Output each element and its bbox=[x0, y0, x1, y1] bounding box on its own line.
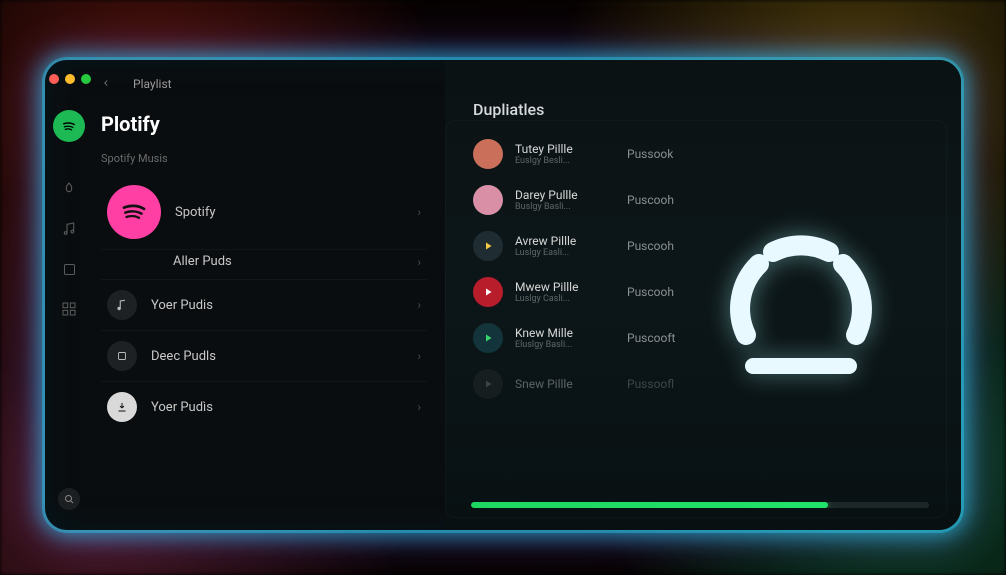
track-row[interactable]: Mwew PillleLuslgy Casli... Puscooh bbox=[469, 271, 937, 313]
app-window: Playlist Plotify Spotify Musis Spotify ›… bbox=[45, 60, 961, 530]
track-subtitle: Buslgy Basli... bbox=[515, 202, 607, 212]
album-art-icon bbox=[473, 139, 503, 169]
chevron-right-icon: › bbox=[417, 205, 421, 219]
sidebar-item-label: Yoer Pudis bbox=[151, 298, 213, 313]
track-title: Mwew Pillle bbox=[515, 280, 607, 294]
grid-icon[interactable] bbox=[60, 300, 78, 318]
track-meta: Avrew PillleLuslgy Easli... bbox=[515, 234, 607, 258]
window-controls bbox=[47, 74, 91, 84]
chevron-right-icon: › bbox=[417, 349, 421, 363]
topbar: Playlist bbox=[101, 74, 427, 94]
spotify-logo-icon bbox=[107, 185, 161, 239]
track-meta: Darey PullleBuslgy Basli... bbox=[515, 188, 607, 212]
close-icon[interactable] bbox=[49, 74, 59, 84]
sidebar-item-label: Aller Puds bbox=[173, 254, 232, 269]
search-icon bbox=[63, 493, 75, 505]
track-subtitle: Luslgy Casli... bbox=[515, 294, 607, 304]
chevron-right-icon: › bbox=[417, 255, 421, 269]
content-title: Dupliatles bbox=[473, 100, 937, 119]
sidebar-item-label: Spotify bbox=[175, 205, 216, 220]
track-row[interactable]: Avrew PillleLuslgy Easli... Puscooh bbox=[469, 225, 937, 267]
track-album: Puscooh bbox=[627, 193, 674, 207]
track-list: Tutey PillleEuslgy Besli... Pussook Darey … bbox=[469, 133, 937, 405]
page-title: Plotify bbox=[101, 112, 427, 136]
chevron-left-icon bbox=[101, 78, 111, 88]
track-subtitle: Luslgy Easli... bbox=[515, 248, 607, 258]
track-album: Puscooh bbox=[627, 285, 674, 299]
maximize-icon[interactable] bbox=[81, 74, 91, 84]
music-note-icon[interactable] bbox=[60, 220, 78, 238]
spotify-icon bbox=[60, 117, 78, 135]
breadcrumb: Playlist bbox=[133, 77, 172, 91]
track-title: Darey Pullle bbox=[515, 188, 607, 202]
library-icon[interactable] bbox=[60, 260, 78, 278]
track-album: Puscooh bbox=[627, 239, 674, 253]
music-note-icon bbox=[107, 290, 137, 320]
content-pane: Dupliatles Tutey PillleEuslgy Besli... Pu… bbox=[445, 60, 961, 530]
track-subtitle: Euslgy Besli... bbox=[515, 156, 607, 166]
sidebar-item-yoer1[interactable]: Yoer Pudis › bbox=[101, 280, 427, 331]
square-icon bbox=[107, 341, 137, 371]
track-row[interactable]: Tutey PillleEuslgy Besli... Pussook bbox=[469, 133, 937, 175]
progress-bar[interactable] bbox=[471, 502, 929, 508]
track-row[interactable]: Snew Pillle Pussoofl bbox=[469, 363, 937, 405]
sidebar-item-aller[interactable]: Aller Puds › bbox=[101, 244, 427, 280]
chevron-right-icon: › bbox=[417, 298, 421, 312]
sidebar-item-spotify[interactable]: Spotify › bbox=[101, 175, 427, 250]
icon-rail bbox=[45, 60, 93, 530]
chevron-right-icon: › bbox=[417, 400, 421, 414]
track-album: Puscooft bbox=[627, 331, 675, 345]
track-meta: Mwew PillleLuslgy Casli... bbox=[515, 280, 607, 304]
sidebar-item-deec[interactable]: Deec Pudls › bbox=[101, 331, 427, 382]
play-icon bbox=[473, 369, 503, 399]
minimize-icon[interactable] bbox=[65, 74, 75, 84]
track-meta: Tutey PillleEuslgy Besli... bbox=[515, 142, 607, 166]
track-title: Snew Pillle bbox=[515, 377, 607, 391]
play-icon bbox=[473, 277, 503, 307]
track-subtitle: Eluslgy Basli... bbox=[515, 340, 607, 350]
sidebar-item-label: Deec Pudls bbox=[151, 349, 216, 364]
album-art-icon bbox=[473, 185, 503, 215]
track-title: Tutey Pillle bbox=[515, 142, 607, 156]
track-row[interactable]: Darey PullleBuslgy Basli... Puscooh bbox=[469, 179, 937, 221]
track-title: Avrew Pillle bbox=[515, 234, 607, 248]
sidebar-item-label: Yoer Pudìs bbox=[151, 400, 213, 415]
progress-fill bbox=[471, 502, 828, 508]
back-button[interactable] bbox=[101, 76, 111, 92]
section-label: Spotify Musis bbox=[101, 152, 427, 165]
track-title: Knew Mille bbox=[515, 326, 607, 340]
app-logo[interactable] bbox=[53, 110, 85, 142]
play-icon bbox=[473, 231, 503, 261]
download-icon bbox=[107, 392, 137, 422]
track-row[interactable]: Knew MilleEluslgy Basli... Puscooft bbox=[469, 317, 937, 359]
sidebar-item-yoer2[interactable]: Yoer Pudìs › bbox=[101, 382, 427, 432]
track-album: Pussoofl bbox=[627, 377, 674, 391]
play-icon bbox=[473, 323, 503, 353]
track-album: Pussook bbox=[627, 147, 673, 161]
search-button[interactable] bbox=[58, 488, 80, 510]
sidebar: Playlist Plotify Spotify Musis Spotify ›… bbox=[93, 60, 445, 530]
playlist-list: Spotify › Aller Puds › Yoer Pudis › Deec… bbox=[101, 175, 427, 432]
home-icon[interactable] bbox=[60, 180, 78, 198]
track-meta: Snew Pillle bbox=[515, 377, 607, 391]
rail-nav bbox=[60, 180, 78, 468]
track-meta: Knew MilleEluslgy Basli... bbox=[515, 326, 607, 350]
